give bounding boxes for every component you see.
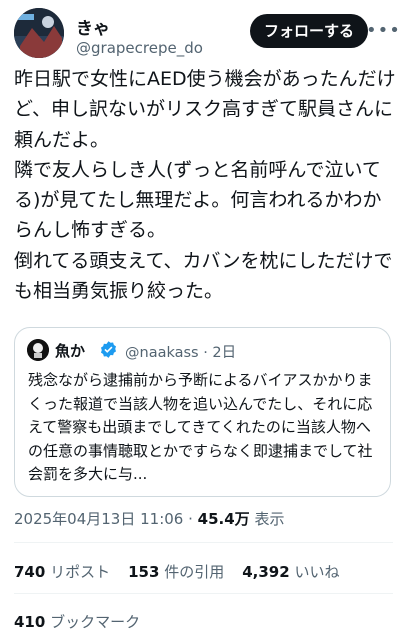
quote-author-handle: @naakass · 2日 [125,345,237,361]
quotes-count: 153 [128,563,160,581]
bookmarks-stat[interactable]: 410 ブックマーク [14,611,140,632]
likes-count: 4,392 [242,563,290,581]
quote-author-name: 魚か [55,342,86,360]
reposts-count: 740 [14,563,46,581]
quotes-label: 件の引用 [164,563,225,581]
tweet-metadata: 2025年04月13日 11:06 · 45.4万 表示 [14,508,284,529]
bookmarks-label: ブックマーク [50,613,141,631]
likes-label: いいね [294,563,340,581]
bookmarks-count: 410 [14,613,46,631]
divider [14,593,393,594]
follow-button[interactable]: フォローする [250,14,369,48]
views-label: 表示 [249,510,285,528]
author-name[interactable]: きゃ [76,14,110,39]
quoted-tweet[interactable]: 魚か @naakass · 2日 残念ながら逮捕前から予断によるバイアスかかりま… [14,327,391,497]
verified-badge-icon [100,341,117,358]
tweet-header: きゃ @grapecrepe_do フォローする ••• [14,8,400,60]
tweet-datetime[interactable]: 2025年04月13日 11:06 · [14,510,198,528]
reposts-stat[interactable]: 740 リポスト [14,563,110,581]
quote-text: 残念ながら逮捕前から予断によるバイアスかかりまくった報道で当該人物を追い込んでた… [28,371,373,483]
engagement-stats: 740 リポスト 153 件の引用 4,392 いいね [14,561,357,582]
divider [14,542,393,543]
reposts-label: リポスト [50,563,111,581]
tweet-text: 昨日駅で女性にAED使う機会があったんだけど、申し訳ないがリスク高すぎて駅員さん… [14,68,396,303]
author-avatar[interactable] [14,8,64,58]
likes-stat[interactable]: 4,392 いいね [242,563,339,581]
quote-author-avatar [27,339,49,361]
more-icon[interactable]: ••• [366,17,400,45]
author-handle[interactable]: @grapecrepe_do [76,39,203,57]
quotes-stat[interactable]: 153 件の引用 [128,563,224,581]
views-count: 45.4万 [197,510,250,528]
